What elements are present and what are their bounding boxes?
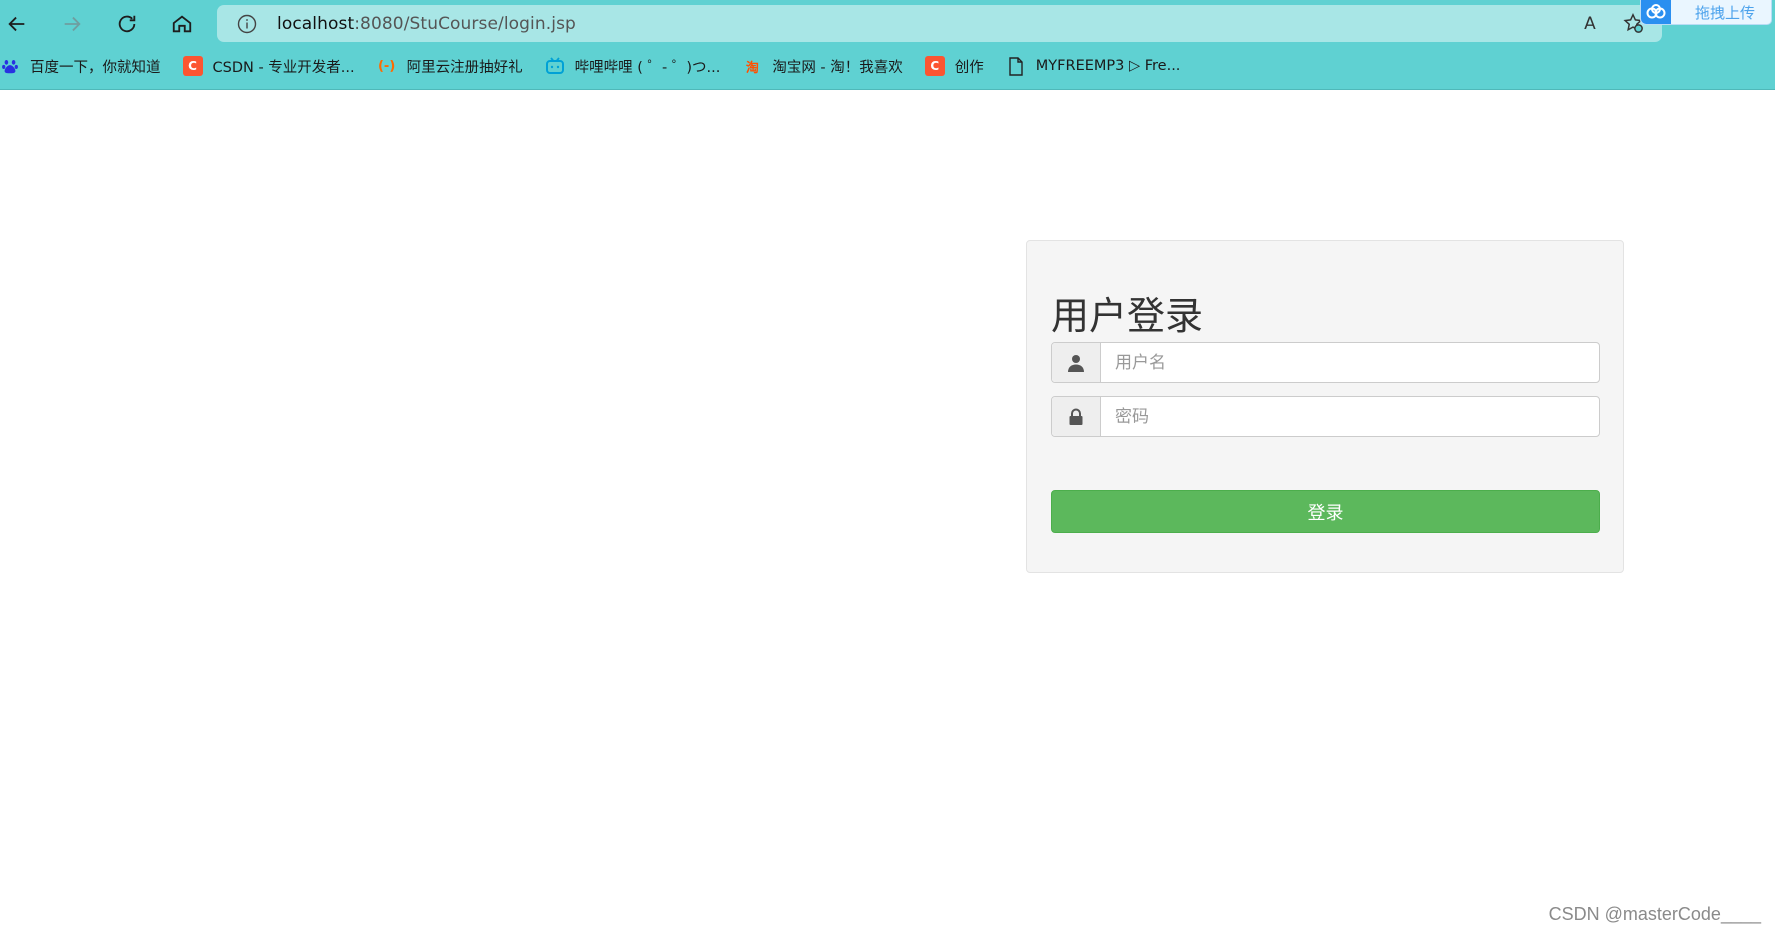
bookmark-aliyun[interactable]: (-) 阿里云注册抽好礼 (377, 52, 529, 80)
bookmark-baidu[interactable]: 百度一下，你就知道 (0, 52, 167, 80)
info-icon[interactable] (237, 14, 257, 34)
login-panel: 用户登录 登录 (1026, 240, 1624, 573)
aliyun-icon: (-) (377, 58, 396, 74)
read-aloud-icon: A (1584, 14, 1596, 34)
bookmark-chuangzuo[interactable]: C 创作 (924, 52, 990, 80)
bookmark-label: 创作 (954, 59, 984, 76)
bookmark-label: MYFREEMP3 ▷ Fre... (1035, 58, 1181, 74)
arrow-left-icon (8, 16, 25, 32)
read-aloud-button[interactable]: A (1577, 11, 1603, 37)
url-host: localhost (277, 13, 355, 34)
login-button[interactable]: 登录 (1051, 490, 1600, 533)
username-input[interactable] (1101, 343, 1599, 382)
home-button[interactable] (165, 7, 199, 41)
home-icon (172, 15, 192, 33)
bookmarks-bar: 百度一下，你就知道 C CSDN - 专业开发者... (-) 阿里云注册抽好礼… (0, 49, 1775, 83)
password-input[interactable] (1101, 397, 1599, 436)
browser-toolbar: localhost:8080/StuCourse/login.jsp A 拖拽上… (0, 0, 1775, 47)
bookmark-label: 哔哩哔哩 ( ゜- ゜)つ... (574, 59, 721, 76)
arrow-right-icon (64, 16, 81, 32)
refresh-icon (118, 15, 136, 33)
page-icon (1006, 56, 1026, 76)
user-icon-addon (1052, 343, 1101, 382)
taobao-icon: 淘 (745, 60, 759, 76)
upload-widget[interactable]: 拖拽上传 (1640, 0, 1772, 25)
bookmark-label: CSDN - 专业开发者... (212, 59, 355, 76)
password-group (1051, 396, 1600, 437)
address-bar[interactable]: localhost:8080/StuCourse/login.jsp (217, 5, 1662, 42)
url-text: localhost:8080/StuCourse/login.jsp (277, 14, 576, 34)
lock-icon (1069, 408, 1083, 425)
url-path: :8080/StuCourse/login.jsp (354, 13, 576, 34)
lock-icon-addon (1052, 397, 1101, 436)
bookmark-bilibili[interactable]: 哔哩哔哩 ( ゜- ゜)つ... (545, 52, 727, 80)
username-group (1051, 342, 1600, 383)
bookmark-taobao[interactable]: 淘 淘宝网 - 淘！我喜欢 (742, 52, 908, 80)
csdn-icon: C (924, 56, 945, 76)
forward-button[interactable] (55, 7, 89, 41)
user-icon (1068, 354, 1084, 372)
csdn-watermark: CSDN @masterCode____ (1548, 904, 1761, 924)
bookmark-label: 淘宝网 - 淘！我喜欢 (772, 59, 903, 76)
refresh-button[interactable] (110, 7, 144, 41)
bilibili-icon (545, 56, 565, 76)
bookmark-myfreemp3[interactable]: MYFREEMP3 ▷ Fre... (1006, 52, 1187, 80)
baidu-netdisk-icon (1641, 0, 1671, 24)
csdn-icon: C (182, 56, 203, 76)
back-button[interactable] (0, 7, 34, 41)
bookmark-csdn[interactable]: C CSDN - 专业开发者... (182, 52, 361, 80)
login-title: 用户登录 (1051, 294, 1204, 338)
upload-label: 拖拽上传 (1695, 3, 1756, 22)
bookmark-label: 阿里云注册抽好礼 (406, 59, 523, 76)
baidu-paw-icon (0, 56, 20, 76)
bookmark-label: 百度一下，你就知道 (30, 59, 161, 76)
browser-chrome: localhost:8080/StuCourse/login.jsp A 拖拽上… (0, 0, 1775, 90)
